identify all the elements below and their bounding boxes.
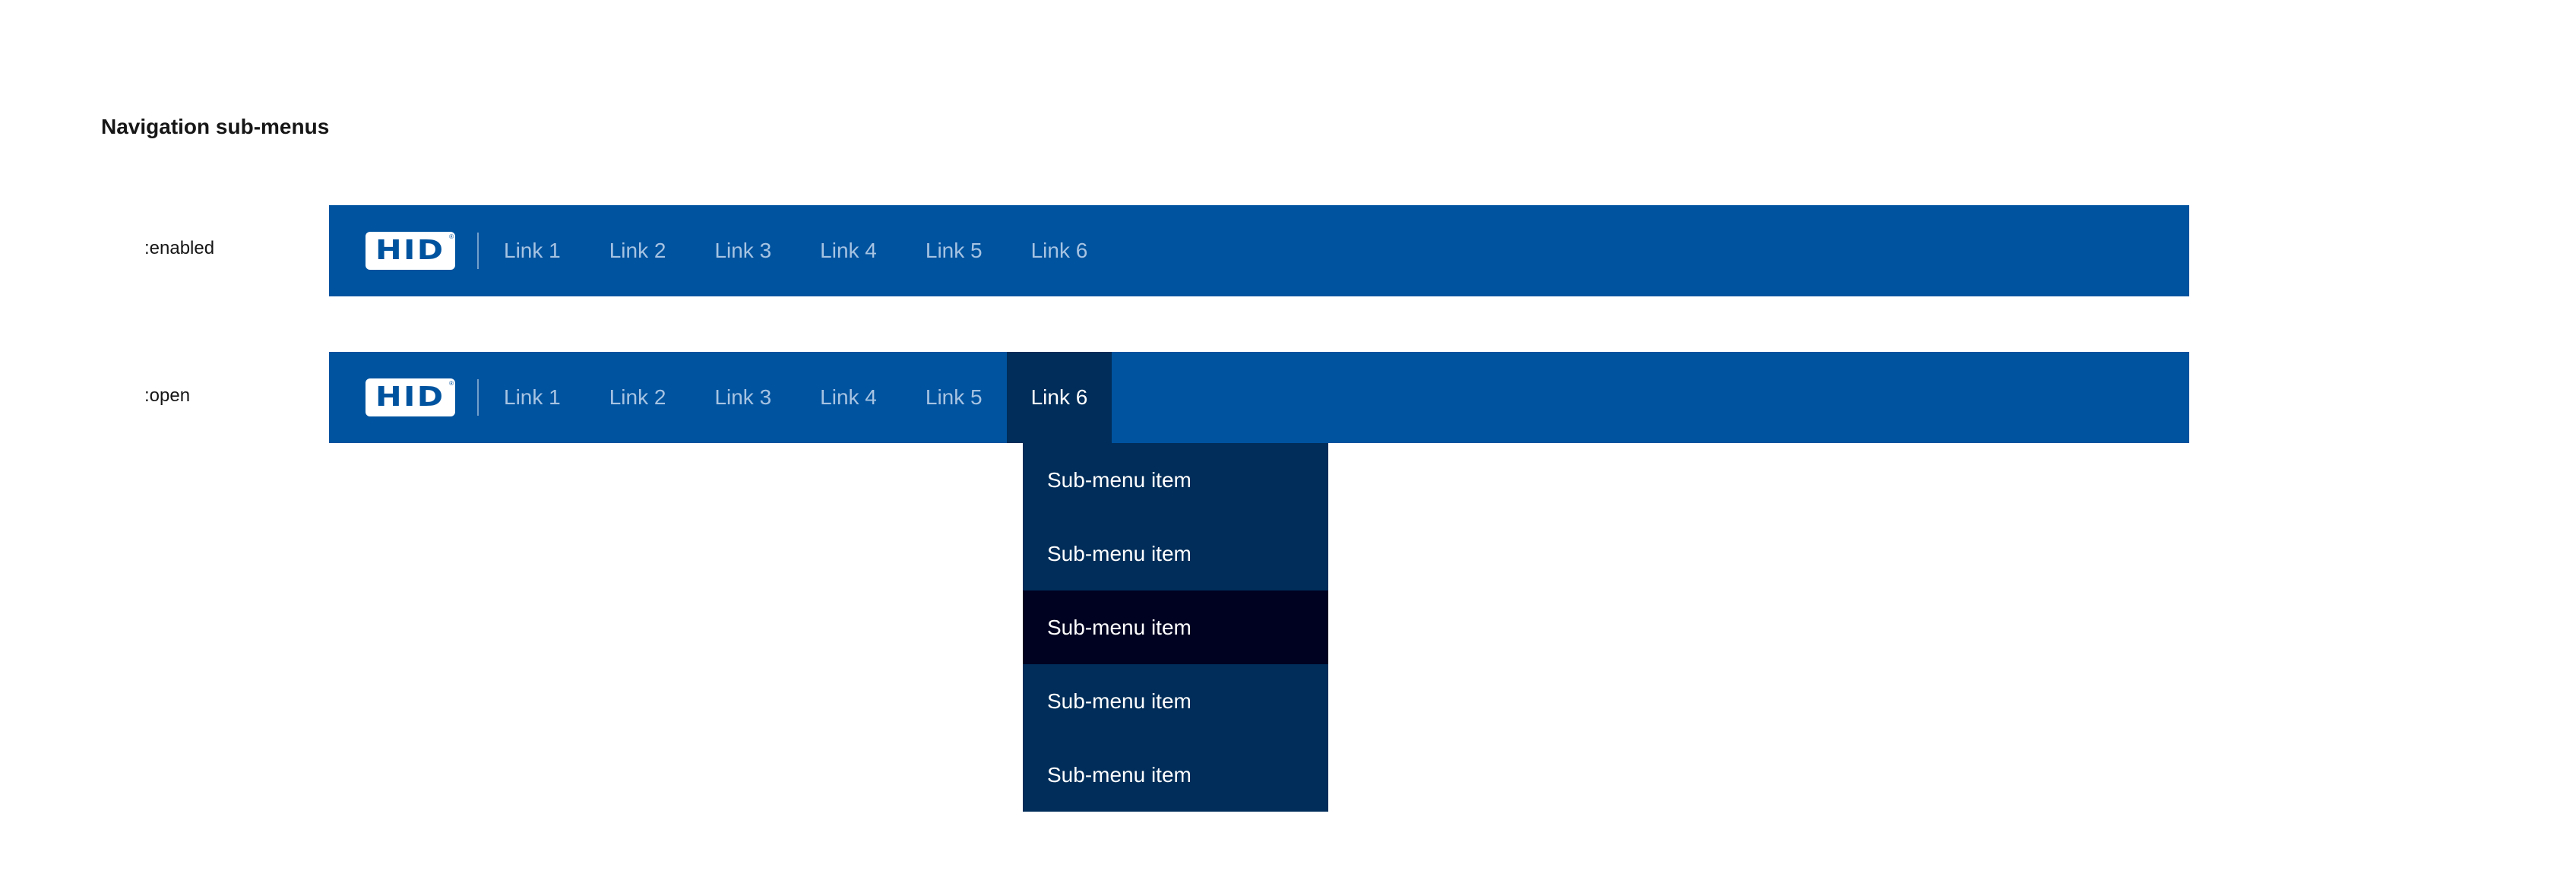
submenu-item[interactable]: Sub-menu item [1023, 517, 1328, 590]
nav-link-2[interactable]: Link 2 [585, 352, 691, 443]
navbar-enabled: HID ® Link 1 Link 2 Link 3 Link 4 Link 5… [329, 205, 2189, 296]
registered-mark: ® [449, 233, 454, 240]
nav-link-3[interactable]: Link 3 [690, 205, 796, 296]
nav-link-5[interactable]: Link 5 [901, 205, 1007, 296]
state-label-enabled: :enabled [144, 238, 215, 258]
hid-logo[interactable]: HID ® [366, 232, 455, 270]
nav-link-4[interactable]: Link 4 [796, 352, 901, 443]
submenu-item[interactable]: Sub-menu item [1023, 664, 1328, 738]
submenu-item[interactable]: Sub-menu item [1023, 738, 1328, 812]
submenu-item-highlighted[interactable]: Sub-menu item [1023, 590, 1328, 664]
hid-logo[interactable]: HID ® [366, 378, 455, 416]
nav-link-4[interactable]: Link 4 [796, 205, 901, 296]
nav-links: Link 1 Link 2 Link 3 Link 4 Link 5 Link … [479, 352, 1112, 443]
navbar-open: HID ® Link 1 Link 2 Link 3 Link 4 Link 5… [329, 352, 2189, 443]
nav-link-1[interactable]: Link 1 [479, 205, 585, 296]
submenu: Sub-menu item Sub-menu item Sub-menu ite… [1023, 443, 1328, 812]
nav-links: Link 1 Link 2 Link 3 Link 4 Link 5 Link … [479, 205, 1112, 296]
nav-link-5[interactable]: Link 5 [901, 352, 1007, 443]
nav-link-6-open[interactable]: Link 6 [1006, 352, 1112, 443]
nav-link-1[interactable]: Link 1 [479, 352, 585, 443]
hid-logo-text: HID [375, 235, 445, 266]
state-label-open: :open [144, 385, 191, 406]
submenu-item[interactable]: Sub-menu item [1023, 443, 1328, 517]
hid-logo-text: HID [375, 382, 445, 413]
nav-link-6[interactable]: Link 6 [1007, 205, 1112, 296]
page-title: Navigation sub-menus [101, 115, 330, 138]
logo-divider [477, 233, 479, 269]
logo-divider [477, 379, 479, 416]
nav-link-3[interactable]: Link 3 [690, 352, 796, 443]
nav-link-2[interactable]: Link 2 [585, 205, 691, 296]
registered-mark: ® [449, 380, 454, 387]
